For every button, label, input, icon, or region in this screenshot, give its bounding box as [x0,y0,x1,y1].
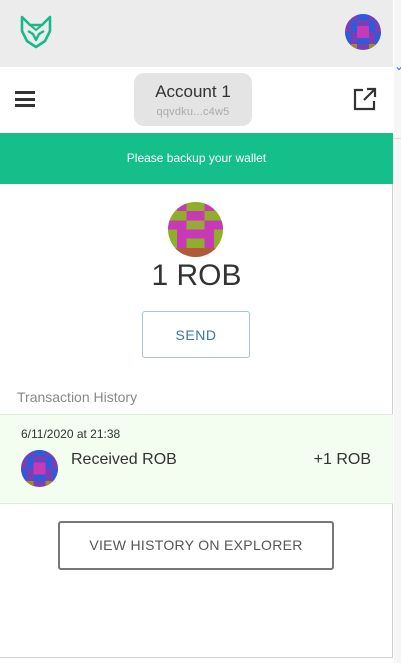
transaction-date: 6/11/2020 at 21:38 [21,427,121,441]
top-bar [0,0,393,67]
account-name: Account 1 [155,82,231,101]
view-history-explorer-button[interactable]: VIEW HISTORY ON EXPLORER [58,521,334,570]
send-button[interactable]: SEND [142,311,250,358]
token-identicon-icon [168,202,223,257]
hamburger-menu-icon[interactable] [15,91,35,107]
divider [394,138,401,139]
transaction-label: Received ROB [71,451,177,468]
external-link-icon[interactable] [352,87,377,112]
identicon-avatar-icon [21,450,58,487]
chevron-down-icon: ⌄ [394,59,401,73]
transaction-history-title: Transaction History [17,389,138,405]
identicon-avatar-icon[interactable] [345,14,381,50]
transaction-row[interactable]: 6/11/2020 at 21:38 Received ROB +1 ROB [0,414,393,504]
account-selector[interactable]: Account 1 qqvdku...c4w5 [134,73,252,126]
wallet-popup: Account 1 qqvdku...c4w5 Please backup yo… [0,0,393,658]
backup-wallet-banner[interactable]: Please backup your wallet [0,133,393,184]
account-address: qqvdku...c4w5 [156,106,230,118]
token-balance: 1 ROB [151,259,242,292]
transaction-amount: +1 ROB [313,451,371,468]
fox-logo-icon[interactable] [18,14,54,50]
background-page-edge: ⌄ [394,0,401,663]
